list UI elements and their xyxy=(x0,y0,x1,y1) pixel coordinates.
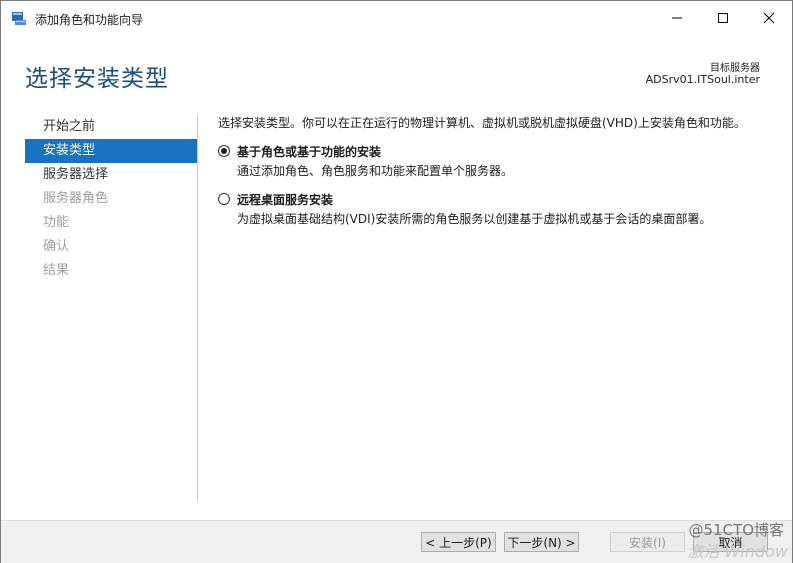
page-title: 选择安装类型 xyxy=(25,66,169,92)
nav-divider xyxy=(197,115,198,501)
nav-item-results: 结果 xyxy=(43,263,70,278)
page-description: 选择安装类型。你可以在正在运行的物理计算机、虚拟机或脱机虚拟硬盘(VHD)上安装… xyxy=(218,116,746,130)
nav-item-features: 功能 xyxy=(43,215,70,230)
main-content: 选择安装类型。你可以在正在运行的物理计算机、虚拟机或脱机虚拟硬盘(VHD)上安装… xyxy=(218,113,778,227)
maximize-icon xyxy=(718,13,728,23)
option-role-based-label[interactable]: 基于角色或基于功能的安装 xyxy=(237,143,778,160)
nav-item-confirmation: 确认 xyxy=(43,239,70,254)
minimize-icon xyxy=(672,17,682,19)
option-role-based-desc: 通过添加角色、角色服务和功能来配置单个服务器。 xyxy=(237,164,514,178)
close-icon xyxy=(763,12,775,24)
install-button: 安装(I) xyxy=(610,532,685,552)
wizard-header: 选择安装类型 目标服务器 ADSrv01.ITSoul.inter xyxy=(1,35,792,107)
watermark-text: @51CTO博客 xyxy=(688,521,784,539)
option-remote-desktop-desc: 为虚拟桌面基础结构(VDI)安装所需的角色服务以创建基于虚拟机或基于会话的桌面部… xyxy=(237,212,712,226)
maximize-button[interactable] xyxy=(700,1,746,35)
nav-item-server-selection[interactable]: 服务器选择 xyxy=(25,163,197,187)
target-server-label: 目标服务器 xyxy=(710,63,760,74)
title-bar[interactable]: 添加角色和功能向导 xyxy=(1,1,792,35)
wizard-window: 添加角色和功能向导 选择安装类型 目标服务器 ADSrv01.ITSoul.in… xyxy=(0,0,793,563)
minimize-button[interactable] xyxy=(654,1,700,35)
option-remote-desktop[interactable]: 远程桌面服务安装 为虚拟桌面基础结构(VDI)安装所需的角色服务以创建基于虚拟机… xyxy=(218,191,778,227)
server-manager-icon xyxy=(11,10,27,26)
next-button[interactable]: 下一步(N) > xyxy=(504,532,579,552)
option-role-based[interactable]: 基于角色或基于功能的安装 通过添加角色、角色服务和功能来配置单个服务器。 xyxy=(218,143,778,179)
wizard-nav: 开始之前 安装类型 服务器选择 服务器角色 功能 确认 结果 xyxy=(25,115,197,283)
wizard-footer: < 上一步(P) 下一步(N) > 安装(I) 取消 xyxy=(1,520,792,563)
radio-remote-desktop[interactable] xyxy=(218,193,230,205)
activation-watermark: 激活 Window xyxy=(687,542,788,561)
nav-item-server-roles: 服务器角色 xyxy=(43,191,109,206)
target-server-name: ADSrv01.ITSoul.inter xyxy=(645,73,760,86)
previous-button[interactable]: < 上一步(P) xyxy=(421,532,496,552)
nav-item-installation-type[interactable]: 安装类型 xyxy=(25,139,197,163)
radio-role-based[interactable] xyxy=(218,145,230,157)
option-remote-desktop-label[interactable]: 远程桌面服务安装 xyxy=(237,191,778,208)
nav-item-before-you-begin[interactable]: 开始之前 xyxy=(25,115,197,139)
window-title: 添加角色和功能向导 xyxy=(35,13,144,27)
close-button[interactable] xyxy=(746,1,792,35)
